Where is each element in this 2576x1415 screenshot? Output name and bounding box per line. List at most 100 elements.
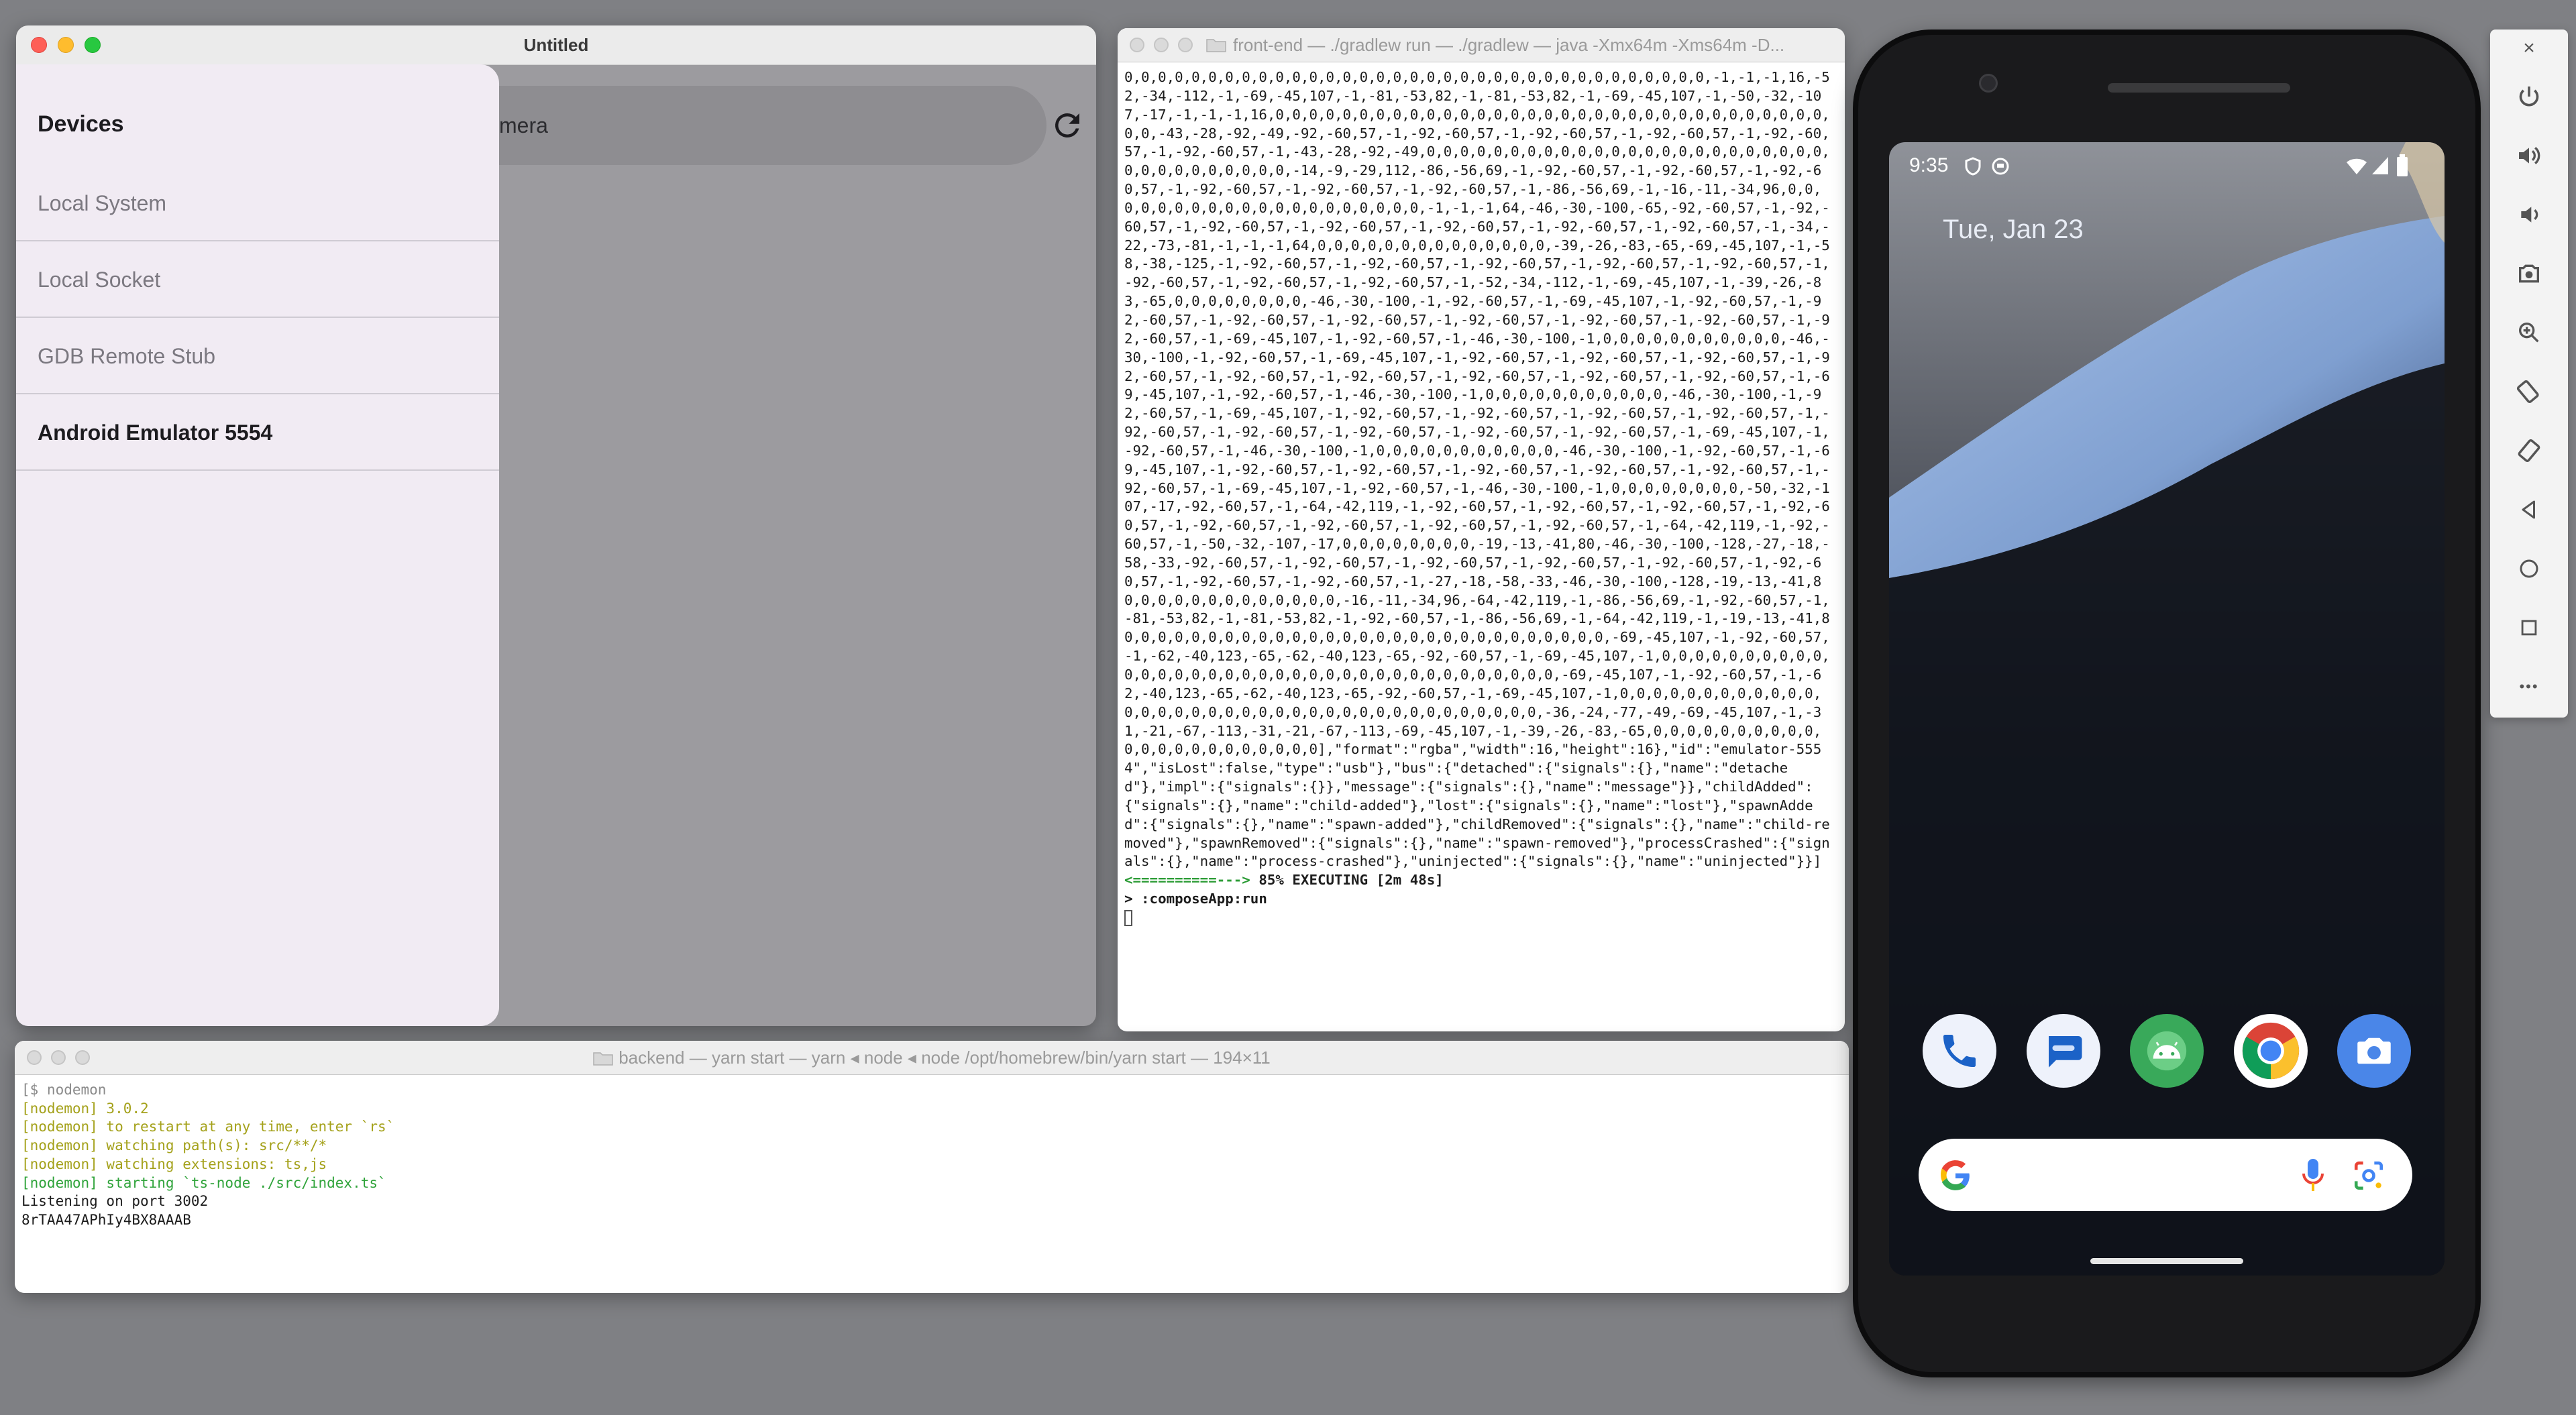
google-lens-icon[interactable]	[2352, 1159, 2385, 1192]
notification-icon	[1992, 158, 2009, 175]
android-emulator-device: 9:35 Tue, Jan 23	[1853, 30, 2481, 1377]
app-dock	[1923, 1014, 2411, 1088]
google-search-bar[interactable]	[1919, 1139, 2412, 1211]
terminal-output[interactable]: [$ nodemon [nodemon] 3.0.2 [nodemon] to …	[21, 1081, 394, 1230]
zoom-icon	[2519, 323, 2539, 343]
rotate-left-button[interactable]	[2490, 362, 2568, 421]
window-controls	[31, 25, 101, 64]
zoom-window-button[interactable]	[1178, 38, 1193, 52]
earpiece-speaker	[2108, 83, 2290, 93]
device-item-local-system[interactable]: Local System	[16, 165, 499, 241]
lockscreen-date: Tue, Jan 23	[1943, 215, 2084, 244]
terminal-line: [nodemon] to restart at any time, enter …	[21, 1119, 395, 1135]
volume-down-button[interactable]	[2490, 185, 2568, 244]
terminal-title: backend — yarn start — yarn ◂ node ◂ nod…	[15, 1041, 1849, 1074]
overview-icon	[2521, 620, 2537, 636]
zoom-button[interactable]	[2490, 303, 2568, 362]
zoom-window-button[interactable]	[85, 37, 101, 53]
rotate-left-icon	[2516, 380, 2539, 404]
close-window-button[interactable]	[1130, 38, 1144, 52]
mic-icon[interactable]	[2300, 1156, 2326, 1194]
devices-drawer: Devices Local System Local Socket GDB Re…	[16, 64, 499, 1026]
gradle-progress-bar: <==========--->	[1124, 872, 1250, 889]
phone-screen[interactable]: 9:35 Tue, Jan 23	[1889, 142, 2445, 1276]
terminal-title-text: backend — yarn start — yarn ◂ node ◂ nod…	[619, 1048, 1271, 1068]
backend-terminal-window: backend — yarn start — yarn ◂ node ◂ nod…	[15, 1041, 1849, 1293]
terminal-line: [nodemon] 3.0.2	[21, 1100, 149, 1117]
device-item-label: Local System	[38, 191, 167, 215]
android-app-icon	[2147, 1031, 2187, 1071]
more-icon: •••	[2519, 678, 2539, 695]
shield-icon	[1965, 157, 1981, 176]
device-item-gdb-remote-stub[interactable]: GDB Remote Stub	[16, 318, 499, 394]
terminal-line: [nodemon] watching extensions: ts,js	[21, 1155, 327, 1172]
camera-app[interactable]	[2337, 1014, 2411, 1088]
device-item-local-socket[interactable]: Local Socket	[16, 241, 499, 318]
chrome-app[interactable]	[2233, 1014, 2308, 1088]
terminal-line: [$ nodemon	[21, 1082, 107, 1098]
messages-icon	[2048, 1036, 2082, 1068]
compose-app-window: Untitled mera Devices Local System Local…	[16, 25, 1096, 1026]
overview-button[interactable]	[2490, 598, 2568, 657]
terminal-line: [nodemon] starting `ts-node ./src/index.…	[21, 1174, 386, 1191]
android-app[interactable]	[2130, 1014, 2204, 1088]
device-item-label: Android Emulator 5554	[38, 420, 273, 445]
phone-app[interactable]	[1923, 1014, 1996, 1088]
camera-icon	[2357, 1037, 2391, 1064]
wallpaper-image	[1889, 142, 2445, 1276]
phone-icon	[1943, 1035, 1976, 1067]
volume-down-icon	[2521, 207, 2538, 223]
device-item-label: Local Socket	[38, 268, 161, 292]
chrome-icon	[2242, 1022, 2299, 1080]
back-button[interactable]	[2490, 480, 2568, 539]
rotate-right-button[interactable]	[2490, 421, 2568, 480]
gesture-home-bar[interactable]	[2090, 1258, 2243, 1264]
window-title: Untitled	[523, 34, 589, 55]
status-bar: 9:35	[1889, 142, 2445, 189]
screenshot-button[interactable]	[2490, 244, 2568, 303]
battery-icon	[2397, 154, 2408, 176]
gradle-output-text: 0,0,0,0,0,0,0,0,0,0,0,0,0,0,0,0,0,0,0,0,…	[1124, 69, 1830, 870]
wifi-icon	[2347, 158, 2367, 174]
home-icon	[2520, 559, 2538, 578]
emulator-toolbar: × •••	[2490, 30, 2568, 718]
volume-up-icon	[2519, 147, 2540, 164]
folder-icon	[1206, 39, 1226, 52]
gradle-progress-line: <==========---> 85% EXECUTING [2m 48s]	[1124, 872, 1444, 888]
gradle-task-line: > :composeApp:run	[1124, 891, 1267, 907]
google-g-icon	[1941, 1160, 1970, 1190]
close-icon: ×	[2523, 37, 2535, 59]
frontend-terminal-window: front-end — ./gradlew run — ./gradlew — …	[1118, 28, 1845, 1031]
terminal-line: 8rTAA47APhIy4BX8AAAB	[21, 1211, 191, 1228]
drawer-title: Devices	[38, 111, 124, 137]
window-controls	[1130, 28, 1193, 62]
close-window-button[interactable]	[31, 37, 47, 53]
gradle-progress-text: 85% EXECUTING [2m 48s]	[1250, 872, 1444, 889]
minimize-window-button[interactable]	[1154, 38, 1169, 52]
terminal-titlebar: backend — yarn start — yarn ◂ node ◂ nod…	[15, 1041, 1849, 1075]
terminal-title: front-end — ./gradlew run — ./gradlew — …	[1233, 35, 1785, 55]
folder-icon	[593, 1052, 613, 1066]
back-icon	[2522, 500, 2535, 519]
terminal-line: Listening on port 3002	[21, 1193, 209, 1210]
terminal-line: [nodemon] watching path(s): src/**/*	[21, 1137, 327, 1154]
device-item-android-emulator[interactable]: Android Emulator 5554	[16, 394, 499, 471]
emulator-close-button[interactable]: ×	[2490, 30, 2568, 67]
refresh-icon[interactable]	[1049, 107, 1085, 144]
power-icon	[2519, 87, 2539, 107]
terminal-output[interactable]: 0,0,0,0,0,0,0,0,0,0,0,0,0,0,0,0,0,0,0,0,…	[1124, 68, 1838, 927]
messages-app[interactable]	[2026, 1014, 2100, 1088]
device-item-label: GDB Remote Stub	[38, 344, 215, 368]
terminal-titlebar: front-end — ./gradlew run — ./gradlew — …	[1118, 28, 1845, 62]
minimize-window-button[interactable]	[58, 37, 74, 53]
more-button[interactable]: •••	[2490, 657, 2568, 716]
compose-window-titlebar: Untitled	[16, 25, 1096, 65]
home-button[interactable]	[2490, 539, 2568, 598]
signal-icon	[2372, 157, 2388, 174]
terminal-cursor	[1124, 909, 1132, 926]
status-clock: 9:35	[1909, 154, 1949, 176]
power-button[interactable]	[2490, 67, 2568, 126]
screenshot-icon	[2519, 264, 2539, 283]
front-camera	[1979, 74, 1998, 93]
volume-up-button[interactable]	[2490, 126, 2568, 185]
